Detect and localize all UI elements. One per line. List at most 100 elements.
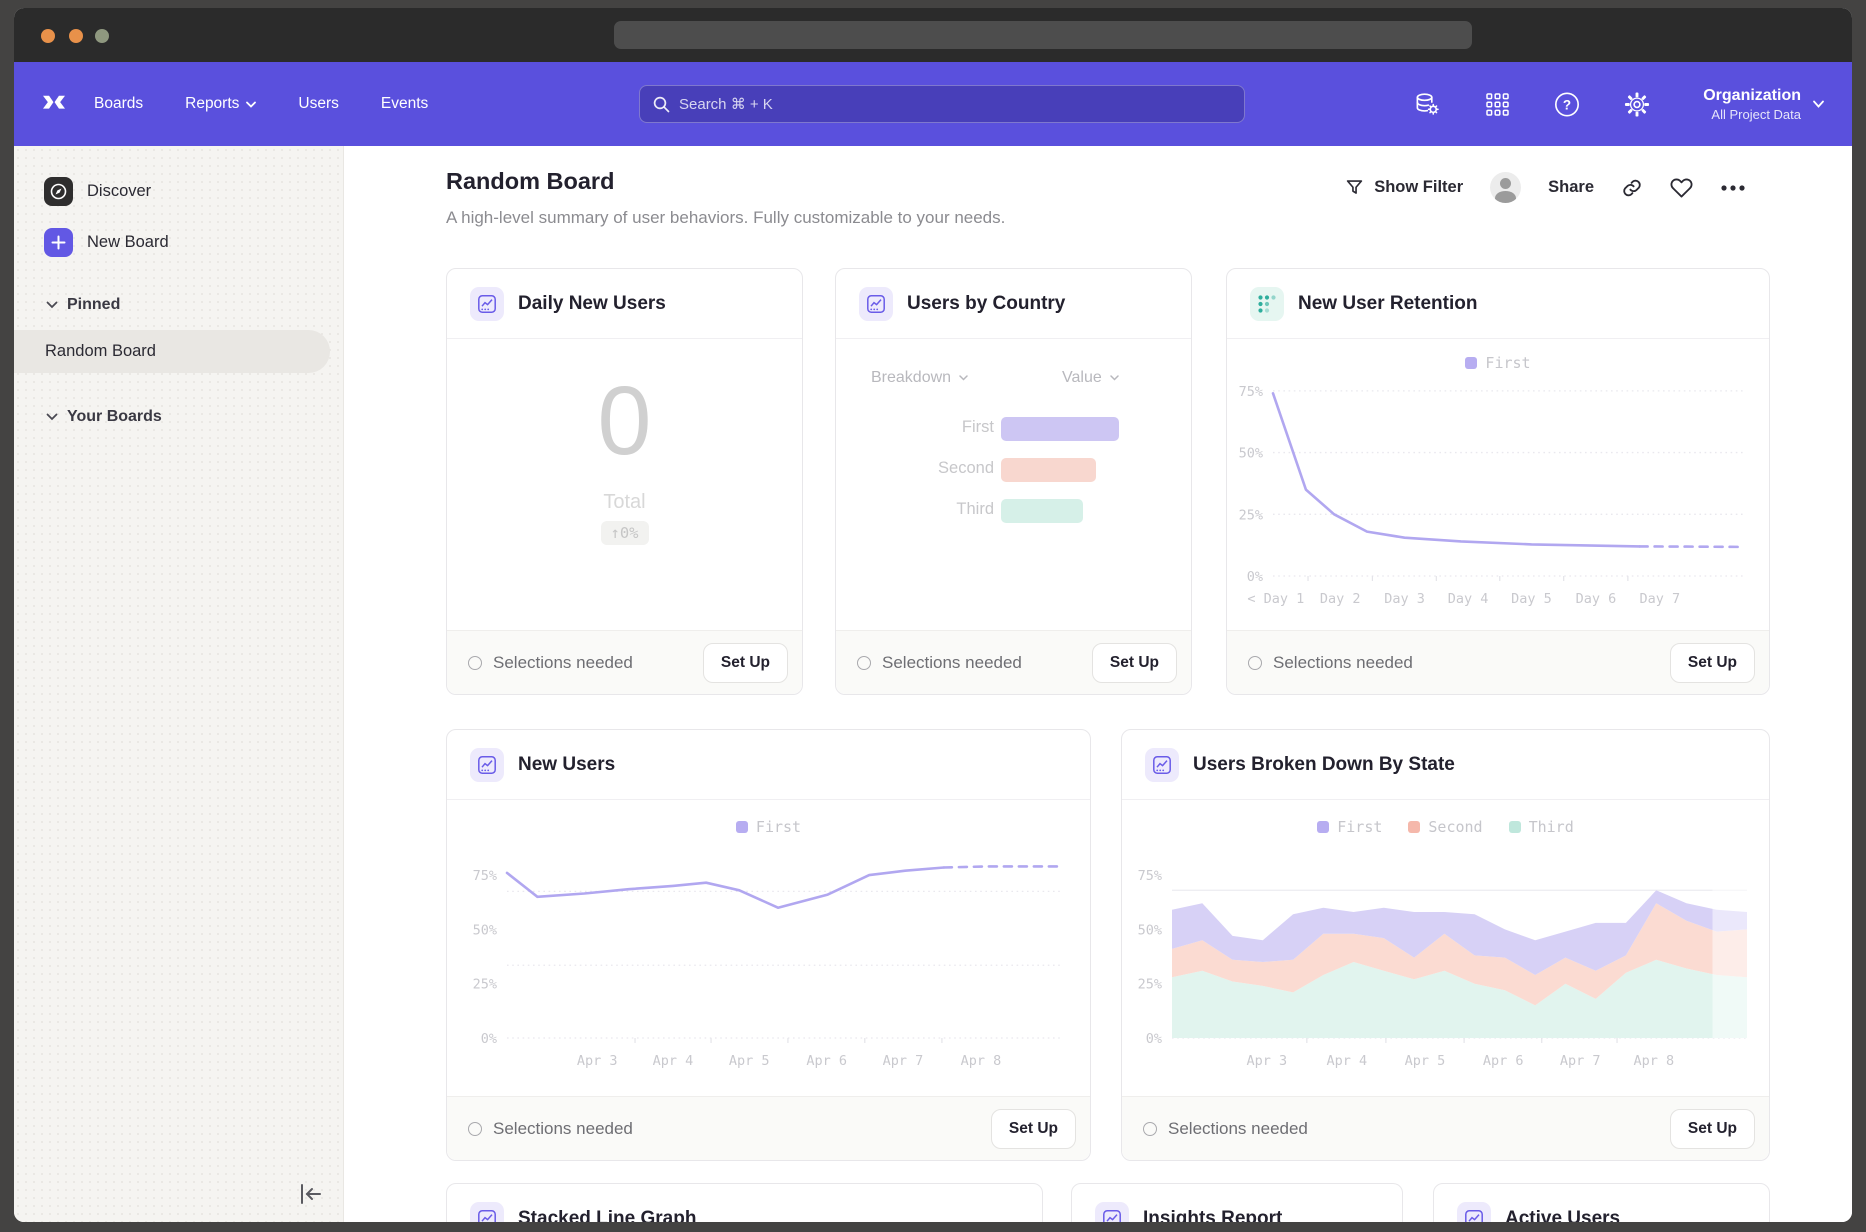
card-daily-new-users: Daily New Users 0 Total ↑0% Selections n… (446, 268, 803, 695)
metric-delta-badge: ↑0% (601, 521, 649, 545)
nav-item-reports[interactable]: Reports (185, 95, 256, 113)
data-management-icon[interactable] (1414, 91, 1440, 117)
row-label: First (962, 418, 994, 437)
nav-item-boards[interactable]: Boards (94, 95, 143, 113)
sidebar-item-label: Random Board (45, 342, 156, 361)
breakdown-dropdown[interactable]: Breakdown (871, 369, 968, 387)
status-text: Selections needed (1273, 653, 1413, 673)
set-up-button[interactable]: Set Up (991, 1109, 1076, 1149)
section-your-boards[interactable]: Your Boards (46, 408, 162, 426)
org-scope: All Project Data (1703, 107, 1801, 122)
svg-text:75%: 75% (1138, 868, 1162, 884)
window-frame-edge (0, 1222, 1866, 1232)
set-up-button[interactable]: Set Up (703, 643, 788, 683)
chevron-down-icon (1813, 100, 1824, 108)
card-stacked-line-graph: Stacked Line Graph (446, 1183, 1043, 1222)
status-text: Selections needed (882, 653, 1022, 673)
status-text: Selections needed (1168, 1119, 1308, 1139)
insights-chart-icon (470, 748, 504, 782)
svg-text:Apr 5: Apr 5 (1405, 1053, 1446, 1069)
copy-link-icon[interactable] (1621, 177, 1643, 199)
status-circle-icon (1143, 1122, 1157, 1136)
sidebar-item-random-board[interactable]: Random Board (14, 330, 330, 373)
row-label: Second (938, 459, 994, 478)
sidebar-item-new-board[interactable]: New Board (44, 228, 169, 257)
settings-gear-icon[interactable] (1624, 91, 1650, 117)
board-subtitle: A high-level summary of user behaviors. … (446, 208, 1005, 228)
legend-item: First (736, 818, 801, 836)
country-row: Third (836, 499, 1191, 523)
chart-legend: First (1227, 354, 1769, 372)
section-pinned[interactable]: Pinned (46, 296, 120, 314)
chevron-down-icon (46, 301, 58, 309)
svg-text:Apr 3: Apr 3 (1247, 1053, 1288, 1069)
status-circle-icon (468, 656, 482, 670)
metric-big-value: 0 (447, 372, 802, 469)
new-users-line-chart: 75%50%25%0%Apr 3Apr 4Apr 5Apr 6Apr 7Apr … (447, 846, 1090, 1114)
svg-text:Apr 7: Apr 7 (883, 1053, 924, 1069)
svg-text:25%: 25% (1138, 977, 1162, 993)
insights-chart-icon (859, 287, 893, 321)
help-icon[interactable]: ? (1554, 91, 1580, 117)
svg-text:Apr 6: Apr 6 (1483, 1053, 1524, 1069)
svg-text:Day 5: Day 5 (1511, 591, 1552, 607)
traffic-light-close[interactable] (41, 29, 55, 43)
svg-text:75%: 75% (1239, 384, 1263, 400)
window-titlebar (14, 8, 1852, 62)
share-button[interactable]: Share (1548, 178, 1594, 197)
apps-grid-icon[interactable] (1484, 91, 1510, 117)
browser-address-bar[interactable] (614, 21, 1472, 49)
svg-text:Day 6: Day 6 (1576, 591, 1617, 607)
nav-item-events[interactable]: Events (381, 95, 428, 113)
svg-text:Day 3: Day 3 (1384, 591, 1425, 607)
value-dropdown[interactable]: Value (1062, 369, 1119, 387)
filter-icon (1345, 178, 1364, 197)
svg-text:0%: 0% (1146, 1031, 1162, 1047)
country-row: First (836, 417, 1191, 441)
insights-chart-icon (1095, 1202, 1129, 1222)
sidebar-collapse-button[interactable] (298, 1182, 324, 1206)
card-title: Users by Country (907, 293, 1065, 315)
favorite-heart-icon[interactable] (1670, 177, 1693, 198)
mixpanel-logo[interactable] (42, 93, 66, 115)
plus-icon (44, 228, 73, 257)
card-new-user-retention: New User Retention First 75%50%25%0%< Da… (1226, 268, 1770, 695)
search-input[interactable] (679, 96, 1231, 113)
more-options-icon[interactable] (1720, 184, 1746, 192)
legend-item: Second (1408, 818, 1482, 836)
avatar[interactable] (1490, 172, 1521, 203)
top-navbar: Boards Reports Users Events (14, 62, 1852, 146)
card-title: Users Broken Down By State (1193, 754, 1455, 776)
chevron-down-icon (1110, 375, 1119, 381)
traffic-light-minimize[interactable] (69, 29, 83, 43)
show-filter-button[interactable]: Show Filter (1345, 178, 1463, 197)
card-title: New User Retention (1298, 293, 1477, 315)
row-label: Third (956, 500, 994, 519)
svg-text:50%: 50% (1138, 922, 1162, 938)
set-up-button[interactable]: Set Up (1670, 1109, 1755, 1149)
sidebar-item-label: Discover (87, 182, 151, 201)
org-switcher[interactable]: Organization All Project Data (1703, 62, 1824, 146)
stacked-area-chart: 75%50%25%0%Apr 3Apr 4Apr 5Apr 6Apr 7Apr … (1122, 846, 1769, 1114)
status-circle-icon (1248, 656, 1262, 670)
status-circle-icon (468, 1122, 482, 1136)
navbar-search[interactable] (639, 85, 1245, 123)
legend-item: First (1465, 354, 1530, 372)
svg-text:75%: 75% (473, 868, 497, 884)
set-up-button[interactable]: Set Up (1092, 643, 1177, 683)
traffic-light-zoom[interactable] (95, 29, 109, 43)
legend-swatch (1408, 821, 1420, 833)
nav-item-users[interactable]: Users (298, 95, 338, 113)
set-up-button[interactable]: Set Up (1670, 643, 1755, 683)
chevron-down-icon (246, 101, 256, 108)
card-footer: Selections needed Set Up (836, 630, 1191, 694)
card-footer: Selections needed Set Up (1227, 630, 1769, 694)
svg-text:Day 7: Day 7 (1639, 591, 1680, 607)
board-title: Random Board (446, 168, 614, 195)
row-bar (1001, 458, 1096, 482)
legend-swatch (1317, 821, 1329, 833)
status-text: Selections needed (493, 1119, 633, 1139)
legend-swatch (1509, 821, 1521, 833)
svg-text:Day 4: Day 4 (1448, 591, 1489, 607)
sidebar-item-discover[interactable]: Discover (44, 177, 151, 206)
